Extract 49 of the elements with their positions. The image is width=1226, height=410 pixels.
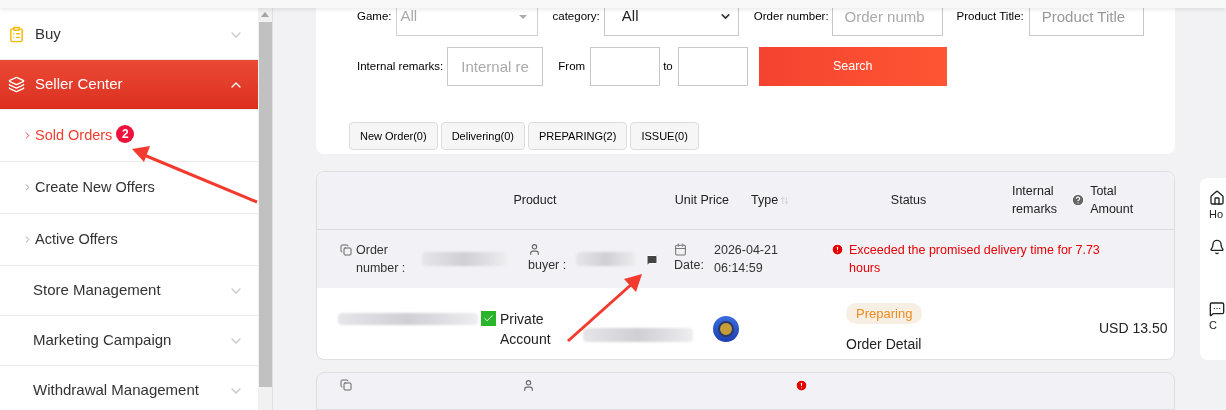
help-icon[interactable] — [1070, 193, 1085, 208]
field-label: Internal remarks: — [357, 58, 444, 74]
field-label: category: — [552, 8, 600, 24]
alert-icon — [795, 378, 808, 392]
column-header: Unit Price — [674, 192, 729, 209]
order-date: 2026-04-21 06:14:59 — [714, 241, 779, 277]
column-header: Type — [751, 192, 779, 209]
dropdown-arrow-icon — [518, 14, 527, 19]
status-tab[interactable]: ISSUE(0) — [630, 122, 699, 150]
delivery-warning: Exceeded the promised delivery time for 7.73 hours — [849, 241, 1101, 277]
copy-icon[interactable] — [340, 243, 352, 256]
calendar-icon — [674, 243, 687, 257]
alert-icon — [831, 242, 844, 256]
buyer-label: buyer : — [528, 257, 568, 275]
field-label: From — [558, 58, 586, 74]
internal-remarks-field[interactable]: Internal re — [447, 47, 544, 86]
status-badge: Preparing — [846, 302, 923, 324]
status-tab[interactable]: Delivering(0) — [440, 122, 525, 150]
from-field[interactable] — [590, 47, 661, 86]
copy-icon[interactable] — [340, 378, 352, 391]
to-field[interactable] — [677, 47, 748, 86]
field-label: Game: — [357, 8, 392, 24]
count-badge: 2 — [116, 125, 135, 143]
user-icon — [522, 378, 535, 392]
product-title: Private Account — [500, 309, 552, 349]
field-label: Product Title: — [956, 8, 1024, 24]
total-amount: USD 13.50 — [1099, 319, 1168, 339]
order-number-label: Order number : — [356, 241, 407, 277]
column-header: Internal remarks — [1011, 183, 1059, 219]
clipboard-icon — [8, 26, 25, 43]
field-label: to — [663, 58, 673, 74]
sidebar-item[interactable]: Seller Center — [0, 60, 258, 110]
bell-icon[interactable] — [1209, 238, 1225, 255]
field-label: Order number: — [753, 8, 829, 24]
status-tab[interactable]: New Order(0) — [349, 122, 438, 150]
side-panel-label[interactable]: Ho — [1209, 206, 1224, 223]
status-tab[interactable]: PREPARING(2) — [528, 122, 628, 150]
column-header: Product — [513, 192, 557, 209]
user-icon — [528, 243, 541, 257]
game-logo-icon — [713, 315, 739, 342]
date-label: Date: — [674, 257, 705, 275]
side-panel-label[interactable]: C — [1209, 316, 1217, 333]
layers-icon — [8, 76, 25, 93]
column-header: Status — [890, 192, 927, 209]
chat-icon[interactable] — [1209, 300, 1225, 317]
column-header: Total Amount — [1090, 183, 1135, 219]
blurred-text — [576, 251, 636, 266]
order-detail-link[interactable]: Order Detail — [846, 333, 922, 355]
home-icon[interactable] — [1209, 190, 1225, 206]
